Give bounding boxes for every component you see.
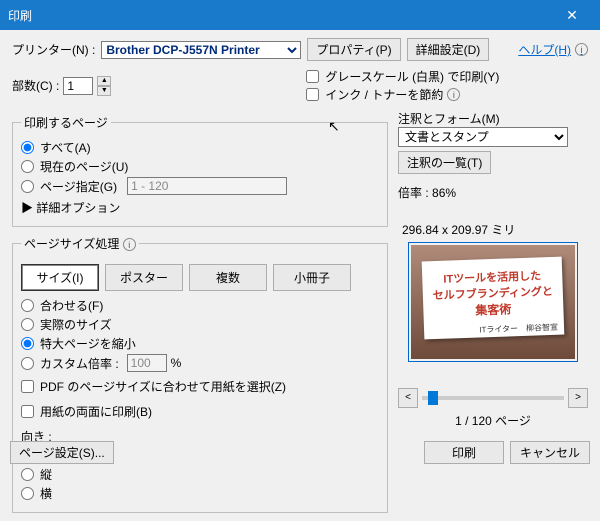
pages-range-label: ページ指定(G) (40, 178, 117, 195)
annotations-list-button[interactable]: 注釈の一覧(T) (398, 151, 491, 174)
tab-booklet[interactable]: 小冊子 (273, 264, 351, 291)
preview-dimensions: 296.84 x 209.97 ミリ (402, 221, 588, 238)
pages-current-label: 現在のページ(U) (40, 158, 128, 175)
cancel-button[interactable]: キャンセル (510, 441, 590, 464)
close-icon[interactable]: ✕ (552, 7, 592, 24)
annotations-select[interactable]: 文書とスタンプ (398, 127, 568, 147)
copies-input[interactable] (63, 77, 93, 95)
copies-label: 部数(C) : (12, 77, 59, 94)
scale-label: 倍率 : (398, 186, 429, 200)
pages-range-radio[interactable] (21, 180, 34, 193)
help-icon: i (575, 43, 588, 56)
info-icon[interactable]: i (447, 88, 460, 101)
properties-button[interactable]: プロパティ(P) (307, 38, 400, 61)
more-options-toggle[interactable]: ▶ 詳細オプション (21, 199, 120, 216)
page-slider[interactable] (422, 396, 564, 400)
save-ink-checkbox[interactable] (306, 88, 319, 101)
scale-value: 86% (432, 186, 456, 200)
pages-legend: 印刷するページ (21, 114, 111, 131)
custom-scale-label: カスタム倍率 : (40, 355, 119, 372)
shrink-radio[interactable] (21, 337, 34, 350)
pages-all-radio[interactable] (21, 141, 34, 154)
page-indicator: 1 / 120 ページ (398, 412, 588, 429)
custom-scale-radio[interactable] (21, 357, 34, 370)
pages-all-label: すべて(A) (40, 139, 91, 156)
duplex-label: 用紙の両面に印刷(B) (40, 403, 152, 420)
orient-landscape-radio[interactable] (21, 487, 34, 500)
annotations-label: 注釈とフォーム(M) (398, 110, 588, 127)
choose-paper-checkbox[interactable] (21, 380, 34, 393)
printer-label: プリンター(N) : (12, 41, 95, 58)
custom-scale-input[interactable] (127, 354, 167, 372)
next-page-button[interactable]: > (568, 388, 588, 408)
prev-page-button[interactable]: < (398, 388, 418, 408)
tab-poster[interactable]: ポスター (105, 264, 183, 291)
choose-paper-label: PDF のページサイズに合わせて用紙を選択(Z) (40, 378, 286, 395)
pages-current-radio[interactable] (21, 160, 34, 173)
tab-size[interactable]: サイズ(I) (21, 264, 99, 291)
fit-label: 合わせる(F) (40, 297, 103, 314)
page-setup-button[interactable]: ページ設定(S)... (10, 441, 114, 464)
preview-line4: ITライター 柳谷智宣 (430, 322, 558, 337)
shrink-label: 特大ページを縮小 (40, 335, 136, 352)
info-icon[interactable]: i (123, 238, 136, 251)
save-ink-label: インク / トナーを節約 (325, 86, 443, 103)
help-link[interactable]: ヘルプ(H)i (518, 41, 588, 58)
percent-label: % (171, 356, 182, 370)
orient-landscape-label: 横 (40, 485, 52, 502)
advanced-settings-button[interactable]: 詳細設定(D) (407, 38, 490, 61)
copies-spinner[interactable]: ▲▼ (97, 76, 111, 96)
pages-range-input[interactable] (127, 177, 287, 195)
sizing-legend: ページサイズ処理 (24, 237, 119, 251)
duplex-checkbox[interactable] (21, 405, 34, 418)
tab-multiple[interactable]: 複数 (189, 264, 267, 291)
fit-radio[interactable] (21, 299, 34, 312)
preview-frame: ITツールを活用した セルフブランディングと 集客術 ITライター 柳谷智宣 (408, 242, 578, 362)
printer-select[interactable]: Brother DCP-J557N Printer (101, 41, 301, 59)
dialog-title: 印刷 (8, 7, 32, 24)
actual-radio[interactable] (21, 318, 34, 331)
actual-label: 実際のサイズ (40, 316, 112, 333)
grayscale-checkbox[interactable] (306, 70, 319, 83)
grayscale-label: グレースケール (白黒) で印刷(Y) (325, 68, 499, 85)
print-button[interactable]: 印刷 (424, 441, 504, 464)
